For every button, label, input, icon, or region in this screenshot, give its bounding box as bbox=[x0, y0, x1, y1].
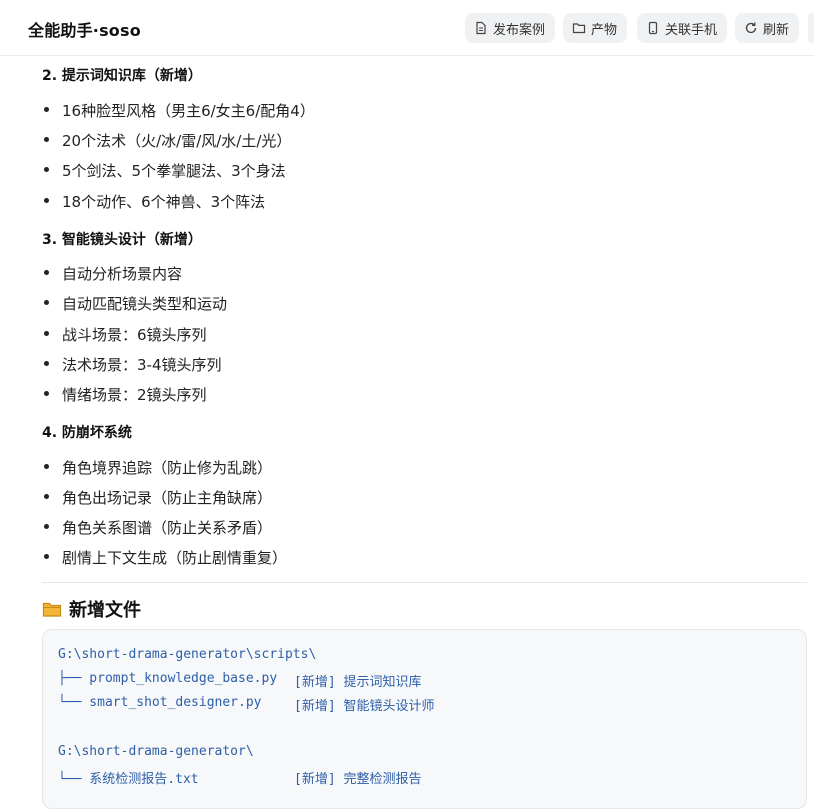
bullet bbox=[44, 554, 49, 559]
code-line: G:\short-drama-generator\scripts\ bbox=[58, 647, 317, 662]
link-phone-button[interactable]: 关联手机 bbox=[637, 13, 728, 43]
list-item: 16种脸型风格（男主6/女主6/配角4） bbox=[44, 100, 315, 121]
list-item: 情绪场景：2镜头序列 bbox=[44, 384, 207, 405]
list-item: 法术场景：3-4镜头序列 bbox=[44, 354, 222, 375]
list-item: 20个法术（火/冰/雷/风/水/土/光） bbox=[44, 130, 291, 151]
refresh-button[interactable]: 刷新 bbox=[735, 13, 800, 43]
overflow-button-edge[interactable] bbox=[808, 13, 814, 43]
list-item: 自动分析场景内容 bbox=[44, 263, 182, 284]
folder-icon bbox=[42, 602, 62, 617]
section-divider bbox=[42, 582, 807, 583]
bullet bbox=[44, 524, 49, 529]
list-item: 5个剑法、5个拳掌腿法、3个身法 bbox=[44, 160, 286, 181]
bullet bbox=[44, 331, 49, 336]
document-icon bbox=[476, 21, 486, 35]
bullet bbox=[44, 198, 49, 203]
artifacts-label: 产物 bbox=[591, 22, 618, 38]
code-block: G:\short-drama-generator\scripts\ ├── pr… bbox=[42, 629, 807, 809]
publish-case-button[interactable]: 发布案例 bbox=[465, 13, 556, 43]
bullet bbox=[44, 167, 49, 172]
list-item: 18个动作、6个神兽、3个阵法 bbox=[44, 191, 265, 212]
bullet bbox=[44, 270, 49, 275]
refresh-label: 刷新 bbox=[763, 22, 790, 38]
bullet bbox=[44, 300, 49, 305]
list-item: 自动匹配镜头类型和运动 bbox=[44, 293, 227, 314]
list-item: 剧情上下文生成（防止剧情重复） bbox=[44, 547, 287, 568]
section-heading: 3. 智能镜头设计（新增） bbox=[42, 232, 202, 248]
code-line: └── smart_shot_designer.py bbox=[58, 695, 262, 710]
artifacts-button[interactable]: 产物 bbox=[563, 13, 628, 43]
new-files-title: 新增文件 bbox=[69, 600, 141, 621]
list-item: 角色关系图谱（防止关系矛盾） bbox=[44, 517, 272, 538]
phone-icon bbox=[648, 21, 658, 35]
code-line: G:\short-drama-generator\ bbox=[58, 744, 254, 759]
app-title: 全能助手·soso bbox=[28, 21, 141, 40]
publish-case-label: 发布案例 bbox=[493, 22, 546, 38]
bullet bbox=[44, 137, 49, 142]
refresh-icon bbox=[745, 22, 757, 34]
code-note: [新增] 智能镜头设计师 bbox=[294, 699, 435, 714]
list-item: 角色境界追踪（防止修为乱跳） bbox=[44, 457, 272, 478]
section-heading: 4. 防崩坏系统 bbox=[42, 425, 132, 441]
code-note: [新增] 完整检测报告 bbox=[294, 772, 422, 787]
app-header: 全能助手·soso 发布案例 产物 关联手机 刷新 bbox=[0, 0, 814, 56]
list-item: 战斗场景：6镜头序列 bbox=[44, 324, 207, 345]
new-files-heading: 新增文件 bbox=[42, 596, 141, 622]
code-line: ├── prompt_knowledge_base.py bbox=[58, 671, 278, 686]
bullet bbox=[44, 464, 49, 469]
folder-icon bbox=[572, 23, 586, 34]
list-item: 角色出场记录（防止主角缺席） bbox=[44, 487, 272, 508]
code-note: [新增] 提示词知识库 bbox=[294, 675, 422, 690]
bullet bbox=[44, 361, 49, 366]
bullet bbox=[44, 391, 49, 396]
code-line: └── 系统检测报告.txt bbox=[58, 772, 199, 787]
bullet bbox=[44, 107, 49, 112]
link-phone-label: 关联手机 bbox=[665, 22, 718, 38]
section-heading: 2. 提示词知识库（新增） bbox=[42, 68, 202, 84]
bullet bbox=[44, 494, 49, 499]
